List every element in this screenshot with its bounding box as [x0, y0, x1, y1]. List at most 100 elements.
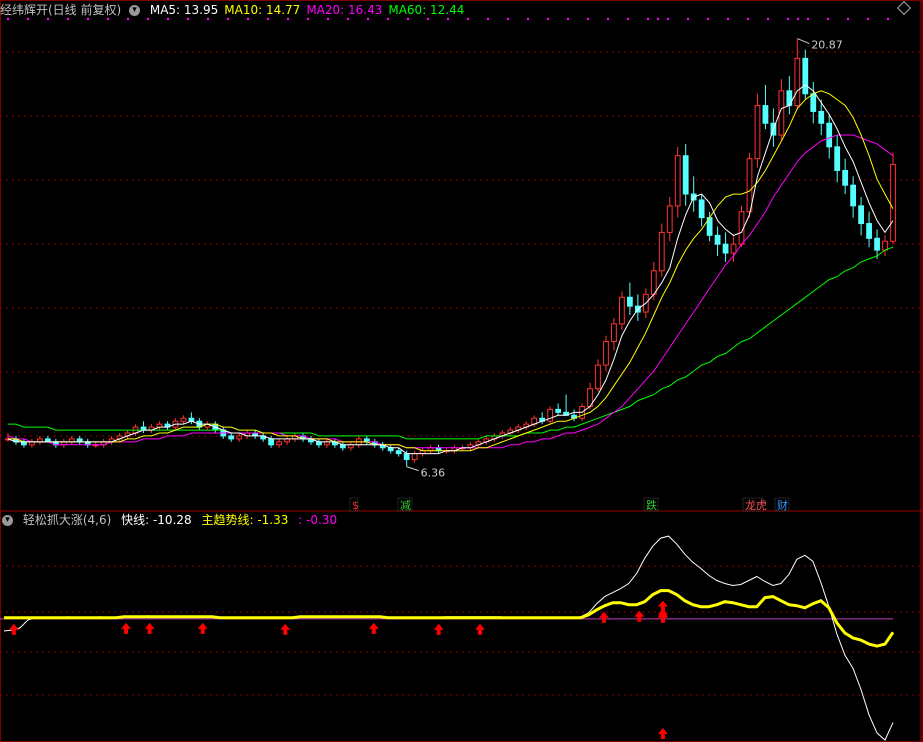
- buy-arrow-2: [144, 622, 155, 634]
- signal-dot-45: [866, 17, 870, 21]
- candle-body-85: [682, 155, 689, 195]
- candle-body-90: [722, 243, 729, 254]
- high-pointer: [797, 38, 810, 45]
- signal-dot-35: [686, 17, 690, 21]
- fast-line-label: 快线: -10.28: [121, 513, 192, 527]
- signal-dot-37: [726, 17, 730, 21]
- candle-body-93: [746, 158, 753, 213]
- ma20-line: [7, 134, 894, 449]
- candle-body-84: [674, 155, 681, 207]
- ma-label-1: MA10: 14.77: [224, 3, 301, 17]
- signal-dot-24: [486, 17, 490, 21]
- candle-body-51: [411, 453, 418, 461]
- trend-line-label: 主趋势线: -1.33: [201, 513, 289, 527]
- low-price-label: 6.36: [421, 467, 446, 480]
- signal-dot-25: [506, 17, 510, 21]
- fast-line: [3, 535, 894, 741]
- candle-body-102: [818, 110, 825, 124]
- candle-body-89: [714, 234, 721, 245]
- candle-body-29: [236, 435, 243, 440]
- event-marker-3: 龙虎: [745, 499, 767, 512]
- trend-line: [4, 589, 895, 648]
- signal-dot-36: [706, 17, 710, 21]
- collapse-main-icon[interactable]: ▾: [129, 5, 141, 16]
- ma60-line: [8, 246, 894, 440]
- candle-body-104: [834, 146, 841, 171]
- signal-dot-41: [796, 17, 800, 21]
- signal-dot-33: [656, 17, 660, 21]
- candle-body-34: [276, 441, 282, 446]
- buy-arrow-5: [368, 622, 379, 634]
- signal-dot-30: [606, 17, 610, 21]
- extra-value-label: : -0.30: [298, 513, 338, 527]
- signal-dot-38: [746, 17, 750, 21]
- stock-title[interactable]: 经纬辉开(日线 前复权): [0, 3, 121, 17]
- buy-arrow-4: [280, 623, 291, 635]
- signal-dot-42: [806, 17, 810, 21]
- sub-panel-header: ▾ 轻松抓大涨(4,6) 快线: -10.28 主趋势线: -1.33 : -0…: [0, 511, 343, 529]
- candle-body-94: [754, 105, 761, 160]
- candle-body-111: [890, 164, 896, 242]
- ma-label-2: MA20: 16.43: [306, 3, 383, 17]
- high-price-label: 20.87: [811, 39, 843, 52]
- signal-dot-26: [526, 17, 530, 21]
- candle-body-78: [626, 296, 633, 307]
- buy-arrow-3: [197, 622, 208, 634]
- buy-arrow-6: [433, 623, 444, 635]
- signal-dot-39: [766, 17, 770, 21]
- event-marker-1: 减: [400, 499, 411, 512]
- event-marker-4: 财: [777, 498, 788, 512]
- candle-body-87: [698, 199, 705, 219]
- buy-arrow-0: [8, 623, 19, 635]
- main-panel-header: 经纬辉开(日线 前复权) ▾ MA5: 13.95 MA10: 14.77 MA20…: [0, 1, 476, 19]
- candle-body-108: [866, 223, 872, 239]
- candle-body-100: [802, 57, 809, 95]
- candle-body-77: [619, 296, 625, 325]
- candle-body-101: [810, 93, 817, 112]
- chart-window: 20.87 6.36 $ 减跌龙虎财 经纬辉开(日线 前复权) ▾ MA5: 13.9…: [0, 0, 923, 742]
- signal-dot-31: [626, 17, 630, 21]
- candle-body-69: [555, 408, 562, 413]
- candle-body-49: [395, 450, 402, 455]
- candle-body-74: [595, 364, 601, 390]
- candle-body-99: [794, 57, 801, 107]
- stock-chart[interactable]: 20.876.36$ 减跌龙虎财: [0, 0, 923, 742]
- candle-body-95: [762, 105, 769, 124]
- candle-body-81: [650, 270, 657, 295]
- ma-legend: MA5: 13.95 MA10: 14.77 MA20: 16.43 MA60: 12…: [150, 3, 471, 17]
- signal-dot-32: [646, 17, 650, 21]
- signal-dot-40: [786, 17, 790, 21]
- ma-label-0: MA5: 13.95: [149, 3, 219, 17]
- low-pointer: [406, 466, 419, 472]
- collapse-sub-icon[interactable]: ▾: [2, 515, 13, 526]
- signal-dot-44: [846, 17, 850, 21]
- candle-body-103: [826, 122, 833, 148]
- candle-body-50: [403, 453, 410, 461]
- candle-body-83: [666, 205, 673, 233]
- signal-dot-46: [886, 17, 890, 21]
- buy-arrow-14: [657, 728, 668, 739]
- signal-dot-29: [586, 17, 590, 21]
- signal-dot-43: [826, 17, 830, 21]
- candle-body-91: [730, 243, 737, 254]
- signal-dot-34: [666, 17, 670, 21]
- buy-arrow-8: [598, 611, 609, 623]
- signal-dot-28: [566, 17, 570, 21]
- buy-arrow-1: [120, 622, 131, 634]
- candle-body-106: [850, 184, 857, 207]
- buy-arrow-7: [474, 623, 485, 635]
- candle-body-76: [611, 323, 617, 343]
- event-marker-2: 跌: [646, 498, 657, 512]
- candle-body-109: [874, 237, 880, 251]
- ma-label-3: MA60: 12.44: [388, 3, 465, 17]
- candle-body-75: [603, 341, 609, 366]
- indicator-name[interactable]: 轻松抓大涨(4,6): [23, 513, 111, 527]
- candle-body-33: [268, 438, 274, 446]
- signal-dot-27: [546, 17, 550, 21]
- candle-body-28: [228, 435, 235, 440]
- candle-body-107: [858, 205, 864, 225]
- candle-body-22: [180, 417, 187, 422]
- candle-body-110: [882, 240, 888, 251]
- candle-body-82: [658, 231, 665, 272]
- candle-body-105: [842, 169, 849, 186]
